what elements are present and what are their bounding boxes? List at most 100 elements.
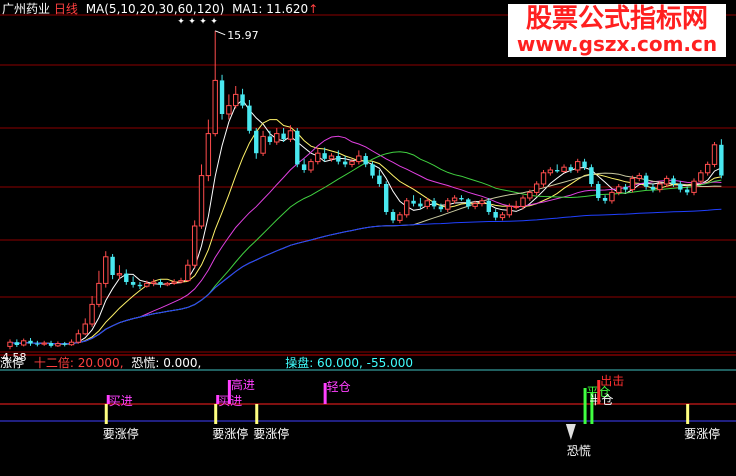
candle-body-50 — [342, 161, 348, 165]
candle-body-99 — [678, 184, 683, 190]
signal-label-up-limit-2: 要涨停 — [212, 426, 248, 441]
candle-body-55 — [377, 175, 382, 184]
star-marker-0: ✦ — [177, 17, 185, 27]
signal-label-out-10: 出击 — [600, 374, 624, 388]
candle-body-3 — [20, 340, 27, 346]
candle-body-16 — [110, 256, 115, 275]
candle-body-75 — [513, 205, 519, 208]
candle-body-98 — [671, 178, 676, 184]
candle-body-18 — [124, 273, 129, 282]
candle-body-60 — [411, 200, 416, 204]
candle-body-103 — [704, 163, 711, 174]
indicator-item-twelve: 十二倍: 20.000, — [33, 356, 124, 370]
candle-body-81 — [555, 170, 560, 172]
candle-body-90 — [616, 186, 622, 193]
watermark-url: www.gszx.com.cn — [516, 32, 718, 56]
candle-body-104 — [711, 144, 718, 165]
candle-body-58 — [397, 214, 403, 221]
candle-body-53 — [363, 156, 368, 165]
candle-body-66 — [451, 197, 458, 202]
candle-body-84 — [575, 161, 581, 171]
signal-bar-up-5 — [255, 404, 259, 424]
candle-body-105 — [719, 144, 724, 176]
candle-body-88 — [602, 198, 608, 201]
candle-body-76 — [520, 197, 526, 207]
signal-label-buy-in-1: 买进 — [109, 394, 133, 408]
candle-body-37 — [254, 130, 259, 154]
candle-body-28 — [191, 225, 198, 266]
candle-body-33 — [226, 105, 232, 115]
candle-body-63 — [431, 200, 437, 207]
candle-body-95 — [650, 186, 656, 190]
ma1-value: MA1: 11.620 — [232, 2, 309, 16]
signal-label-high-in-4: 高进 — [231, 377, 255, 392]
candle-body-14 — [96, 282, 102, 305]
ma-line-60 — [9, 172, 722, 345]
star-marker-1: ✦ — [188, 17, 196, 27]
candle-body-72 — [493, 212, 498, 218]
candle-body-51 — [349, 161, 355, 165]
indicator-header: 涨停 十二倍: 20.000, 恐慌: 0.000, 操盘: 60.000, -… — [0, 356, 413, 370]
candle-body-43 — [295, 130, 300, 165]
candle-body-8 — [55, 343, 61, 347]
signal-label-up-limit-11: 要涨停 — [684, 426, 720, 441]
candle-body-2 — [14, 342, 20, 345]
signal-bar-panic-7 — [565, 424, 576, 440]
candle-body-71 — [486, 200, 491, 212]
ma-line-120 — [9, 208, 722, 345]
high-price-label: 15.97 — [227, 29, 259, 42]
candle-body-26 — [178, 280, 184, 283]
candle-body-24 — [164, 282, 171, 286]
candle-body-29 — [198, 175, 205, 227]
candlestick-chart: 15.974.58✦✦✦✦要涨停买进要涨停买进高进要涨停轻仓恐慌平仓半仓出击要涨… — [0, 14, 736, 458]
candle-body-87 — [596, 184, 601, 198]
candle-body-48 — [328, 155, 335, 160]
candle-body-12 — [82, 323, 88, 335]
stock-name: 广州药业 — [2, 2, 51, 16]
candle-body-73 — [499, 214, 506, 219]
candle-body-92 — [629, 177, 636, 191]
candle-body-96 — [657, 183, 663, 191]
candle-body-101 — [691, 180, 697, 193]
main-chart-header: 广州药业 日线 MA(5,10,20,30,60,120) MA1: 11.62… — [2, 2, 318, 16]
candle-body-20 — [137, 284, 143, 287]
candle-body-15 — [103, 256, 109, 284]
candle-body-86 — [589, 167, 594, 184]
candle-body-69 — [472, 203, 478, 207]
candle-body-47 — [322, 153, 327, 159]
candle-body-74 — [506, 205, 513, 216]
watermark: 股票公式指标网 www.gszx.com.cn — [508, 4, 726, 57]
candle-body-5 — [35, 343, 40, 345]
candle-body-65 — [445, 200, 451, 210]
candle-body-57 — [390, 212, 396, 221]
up-arrow-icon: ↑ — [308, 2, 319, 16]
candle-body-11 — [75, 333, 82, 343]
candle-body-19 — [130, 282, 136, 285]
candle-body-4 — [28, 340, 33, 344]
candle-body-13 — [89, 303, 95, 325]
candle-body-10 — [68, 341, 75, 346]
candle-body-94 — [643, 175, 649, 187]
signal-label-up-limit-5: 要涨停 — [253, 426, 289, 441]
candle-body-23 — [158, 282, 163, 285]
candle-body-36 — [247, 105, 252, 131]
signal-label-panic-7: 恐慌 — [567, 444, 591, 458]
watermark-title: 股票公式指标网 — [525, 4, 708, 34]
candle-body-78 — [533, 183, 540, 193]
candle-body-44 — [301, 164, 307, 170]
indicator-name: 涨停 — [0, 356, 25, 370]
candle-body-39 — [267, 136, 273, 142]
candle-body-67 — [459, 198, 464, 200]
period-label[interactable]: 日线 — [54, 2, 78, 16]
candle-body-35 — [240, 94, 245, 106]
candle-body-89 — [609, 191, 615, 202]
candle-body-49 — [336, 156, 341, 162]
candle-body-83 — [568, 167, 574, 170]
candle-body-21 — [144, 282, 150, 287]
candle-body-38 — [260, 135, 266, 154]
candle-body-68 — [466, 199, 471, 207]
candle-body-54 — [370, 164, 375, 176]
candle-body-59 — [404, 200, 410, 216]
indicator-item-operate: 操盘: 60.000, -55.000 — [285, 356, 413, 370]
candle-body-70 — [479, 200, 485, 205]
